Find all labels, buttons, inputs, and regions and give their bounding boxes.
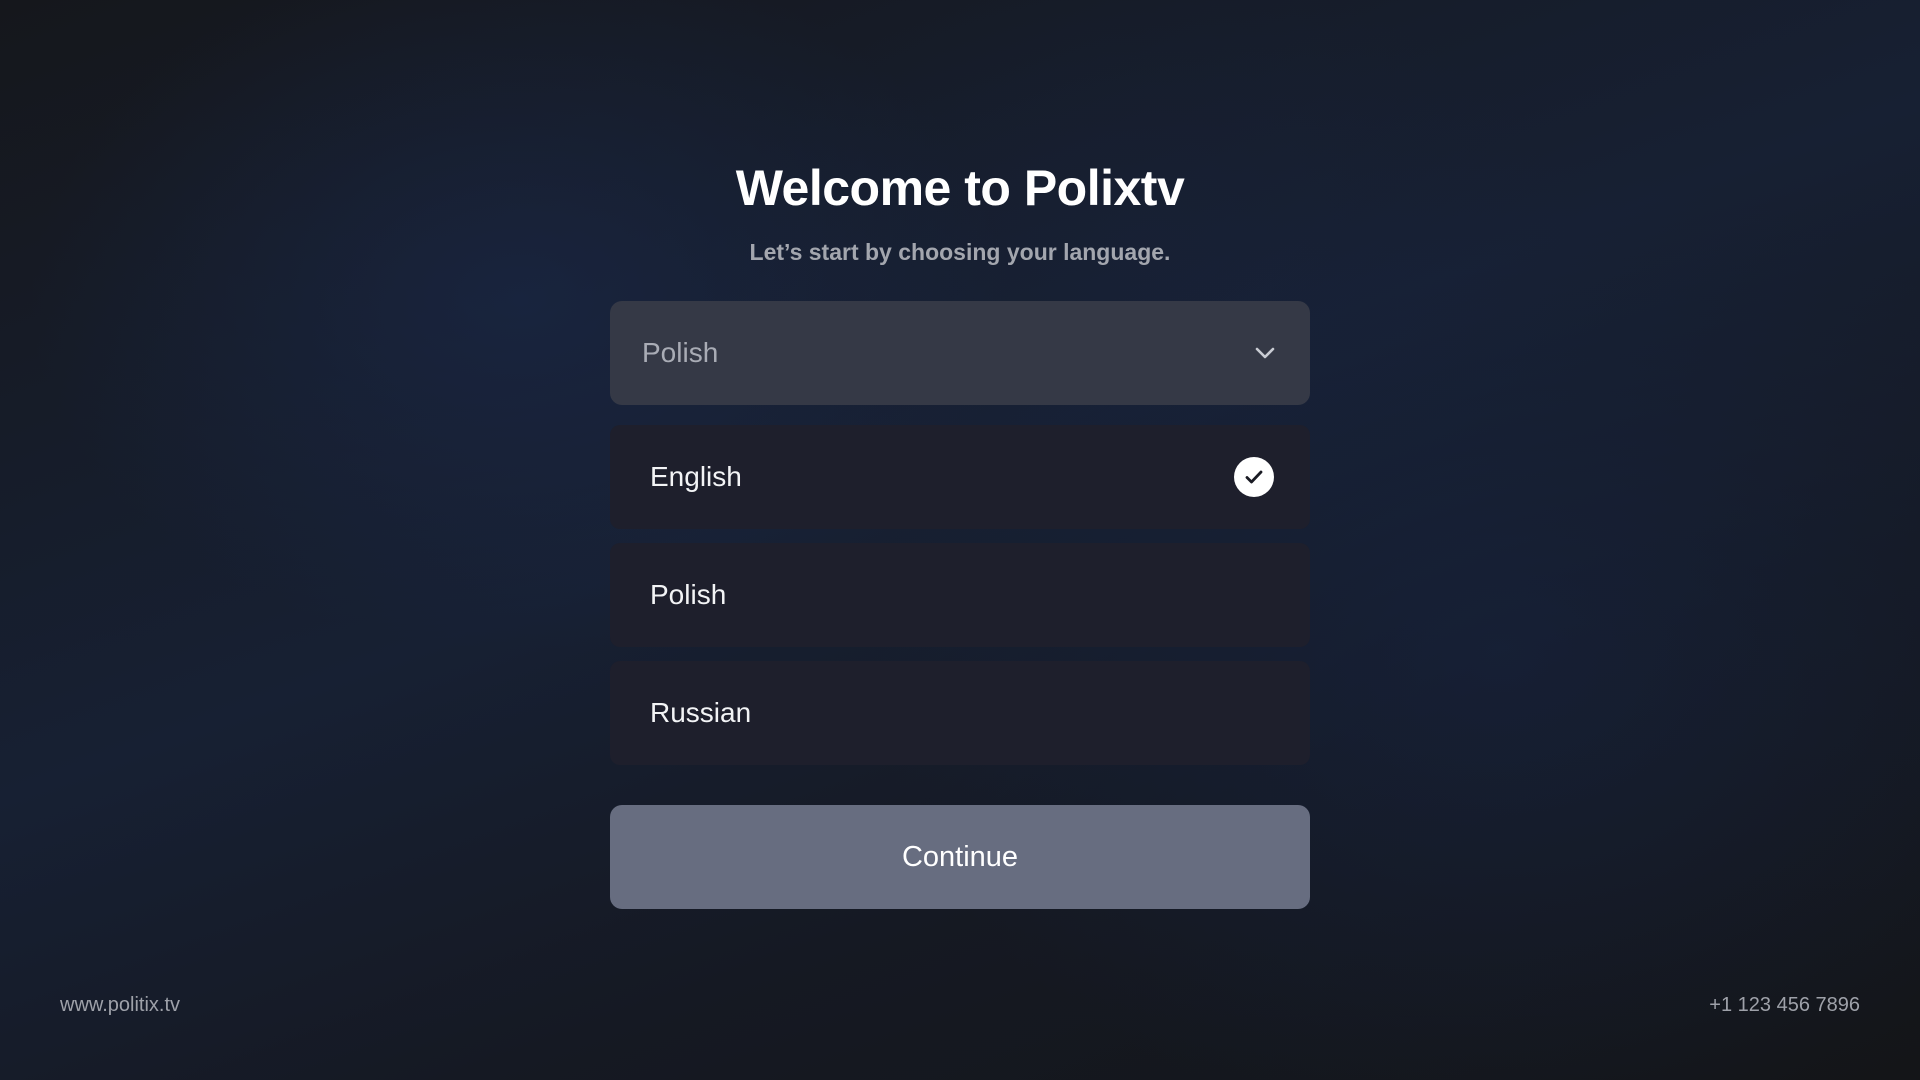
language-option-english[interactable]: English	[610, 425, 1310, 529]
page-subtitle: Let’s start by choosing your language.	[749, 239, 1171, 265]
page-title: Welcome to Polixtv	[735, 160, 1185, 216]
footer-website: www.politix.tv	[60, 994, 181, 1016]
language-option-label: English	[650, 461, 742, 492]
chevron-down-icon	[1252, 340, 1278, 366]
language-option-label: Russian	[650, 697, 752, 728]
language-panel: Welcome to Polixtv Let’s start by choosi…	[610, 155, 1310, 909]
language-selection-screen: Welcome to Polixtv Let’s start by choosi…	[0, 0, 1920, 1080]
language-option-russian[interactable]: Russian	[610, 661, 1310, 765]
language-options-list: English Polish Russian	[610, 425, 1310, 765]
language-dropdown[interactable]: Polish	[610, 301, 1310, 405]
language-dropdown-value: Polish	[642, 337, 719, 368]
footer-phone: +1 123 456 7896	[1709, 994, 1860, 1016]
check-icon	[1234, 457, 1274, 497]
language-option-label: Polish	[650, 579, 727, 610]
continue-button[interactable]: Continue	[610, 805, 1310, 909]
language-option-polish[interactable]: Polish	[610, 543, 1310, 647]
